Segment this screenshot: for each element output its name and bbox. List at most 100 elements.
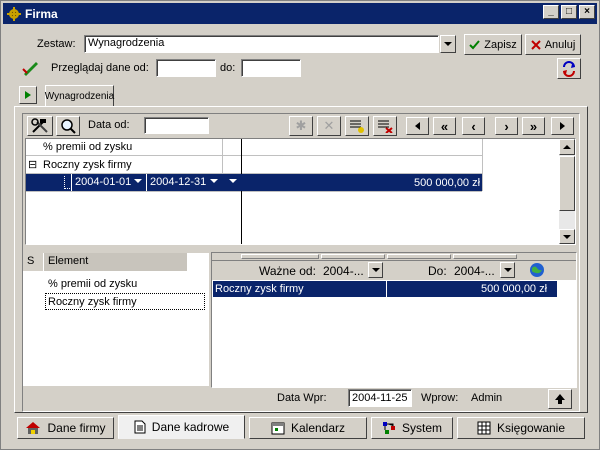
nav-last-button[interactable] bbox=[551, 117, 574, 135]
nav-prev-button[interactable]: ‹ bbox=[462, 117, 485, 135]
valid-to-label: Do: bbox=[428, 264, 447, 278]
system-icon bbox=[382, 422, 395, 434]
detail-row-name: Roczny zysk firmy bbox=[215, 283, 304, 295]
element-item-zysk-label: Roczny zysk firmy bbox=[48, 296, 137, 308]
detail-row-amount: 500 000,00 zł bbox=[481, 283, 548, 295]
x-icon bbox=[530, 39, 541, 50]
refresh-icon bbox=[563, 60, 575, 77]
chevron-down-icon bbox=[371, 268, 380, 272]
valid-to-value[interactable]: 2004-... bbox=[454, 264, 495, 278]
tree-row-zysk[interactable]: Roczny zysk firmy bbox=[43, 159, 132, 171]
tab-kalendarz[interactable]: Kalendarz bbox=[249, 417, 367, 439]
chevron-down-icon bbox=[444, 42, 452, 46]
close-button[interactable]: × bbox=[579, 5, 595, 19]
tab-dane-firmy[interactable]: Dane firmy bbox=[17, 417, 114, 439]
valid-to-dropdown[interactable] bbox=[500, 262, 515, 278]
tab-ksiegowanie[interactable]: Księgowanie bbox=[457, 417, 585, 439]
house-icon bbox=[26, 422, 41, 434]
from-dropdown-icon[interactable] bbox=[134, 179, 142, 183]
delete-record-button[interactable]: ✕ bbox=[317, 116, 341, 136]
save-button[interactable]: Zapisz bbox=[464, 34, 522, 55]
header-divider bbox=[321, 254, 385, 259]
check-icon bbox=[469, 39, 481, 49]
asterisk-icon: ✱ bbox=[295, 118, 307, 133]
cancel-button[interactable]: Anuluj bbox=[525, 34, 581, 55]
document-icon bbox=[134, 420, 146, 434]
grid-divider bbox=[241, 139, 242, 244]
title-bar[interactable]: Firma _ □ × bbox=[3, 3, 597, 24]
search-icon bbox=[61, 119, 76, 134]
calendar-icon bbox=[271, 422, 285, 435]
valid-from-dropdown[interactable] bbox=[368, 262, 383, 278]
up-arrow-button[interactable] bbox=[548, 389, 572, 409]
add-row-button[interactable] bbox=[345, 116, 369, 136]
to-dropdown-icon[interactable] bbox=[210, 179, 218, 183]
add-row-icon bbox=[350, 120, 364, 133]
pencil-icon bbox=[22, 62, 38, 76]
new-record-button[interactable]: ✱ bbox=[289, 116, 313, 136]
globe-icon[interactable] bbox=[529, 262, 545, 278]
scroll-down-icon bbox=[563, 234, 571, 239]
maximize-button[interactable]: □ bbox=[561, 5, 577, 19]
scroll-up-icon bbox=[563, 145, 571, 149]
date-to-input[interactable] bbox=[241, 59, 301, 77]
app-icon bbox=[7, 6, 21, 21]
cancel-label: Anuluj bbox=[544, 38, 576, 51]
column-header-element[interactable]: Element bbox=[44, 253, 187, 271]
tab-system-label: System bbox=[401, 421, 442, 435]
header-divider bbox=[241, 254, 319, 259]
header-divider bbox=[453, 254, 517, 259]
scroll-down-button[interactable] bbox=[559, 229, 575, 244]
nav-prev-page-button[interactable]: « bbox=[433, 117, 456, 135]
play-button[interactable] bbox=[19, 86, 37, 104]
ledger-icon bbox=[477, 421, 491, 435]
arrow-up-icon bbox=[555, 394, 565, 404]
data-wpr-label: Data Wpr: bbox=[277, 392, 327, 404]
date-from-input[interactable] bbox=[156, 59, 216, 77]
element-item-zysk[interactable]: Roczny zysk firmy bbox=[45, 293, 205, 310]
data-od-input[interactable] bbox=[144, 117, 209, 134]
zestaw-dropdown-button[interactable] bbox=[440, 35, 456, 53]
tab-dane-kadrowe[interactable]: Dane kadrowe bbox=[118, 415, 245, 439]
search-button[interactable] bbox=[56, 116, 80, 136]
to-label: do: bbox=[220, 62, 236, 74]
tab-dane-firmy-label: Dane firmy bbox=[47, 421, 106, 435]
window-title: Firma bbox=[25, 6, 58, 21]
row-to-value: 2004-12-31 bbox=[150, 176, 207, 188]
column-header-s[interactable]: S bbox=[23, 253, 43, 271]
browse-label: Przeglądaj dane od: bbox=[51, 62, 149, 74]
zestaw-label: Zestaw: bbox=[37, 38, 76, 50]
remove-row-icon bbox=[378, 120, 393, 133]
refresh-button[interactable] bbox=[557, 58, 581, 79]
data-wpr-value: 2004-11-25 bbox=[352, 392, 408, 404]
tab-label: Wynagrodzenia bbox=[44, 90, 115, 102]
scroll-up-button[interactable] bbox=[559, 139, 575, 155]
delete-x-icon: ✕ bbox=[323, 118, 335, 133]
element-item-premia[interactable]: % premii od zysku bbox=[48, 278, 137, 290]
remove-row-button[interactable] bbox=[373, 116, 397, 136]
zestaw-combo[interactable]: Wynagrodzenia bbox=[84, 35, 439, 53]
caret-left-icon bbox=[415, 122, 420, 130]
tree-connector bbox=[64, 176, 70, 189]
minimize-button[interactable]: _ bbox=[543, 5, 559, 19]
double-left-icon: « bbox=[440, 118, 449, 134]
data-wpr-field: 2004-11-25 bbox=[348, 389, 412, 407]
valid-from-value[interactable]: 2004-... bbox=[323, 264, 364, 278]
tab-system[interactable]: System bbox=[371, 417, 453, 439]
chevron-down-icon bbox=[503, 268, 512, 272]
tab-dane-kadrowe-label: Dane kadrowe bbox=[151, 420, 230, 434]
nav-next-page-button[interactable]: » bbox=[522, 117, 545, 135]
nav-first-button[interactable] bbox=[406, 117, 429, 135]
column-s-label: S bbox=[27, 255, 35, 267]
scroll-thumb[interactable] bbox=[559, 156, 575, 211]
header-divider bbox=[387, 254, 451, 259]
tab-wynagrodzenia[interactable]: Wynagrodzenia bbox=[45, 85, 114, 107]
tab-kalendarz-label: Kalendarz bbox=[290, 421, 346, 435]
row-dropdown-icon[interactable] bbox=[229, 179, 237, 183]
tree-row-premia[interactable]: % premii od zysku bbox=[43, 141, 132, 153]
tools-button[interactable] bbox=[27, 116, 53, 136]
element-list[interactable] bbox=[23, 253, 209, 386]
wprow-label: Wprow: bbox=[421, 392, 459, 404]
tree-expander-icon[interactable]: ⊟ bbox=[28, 158, 37, 171]
nav-next-button[interactable]: › bbox=[495, 117, 518, 135]
